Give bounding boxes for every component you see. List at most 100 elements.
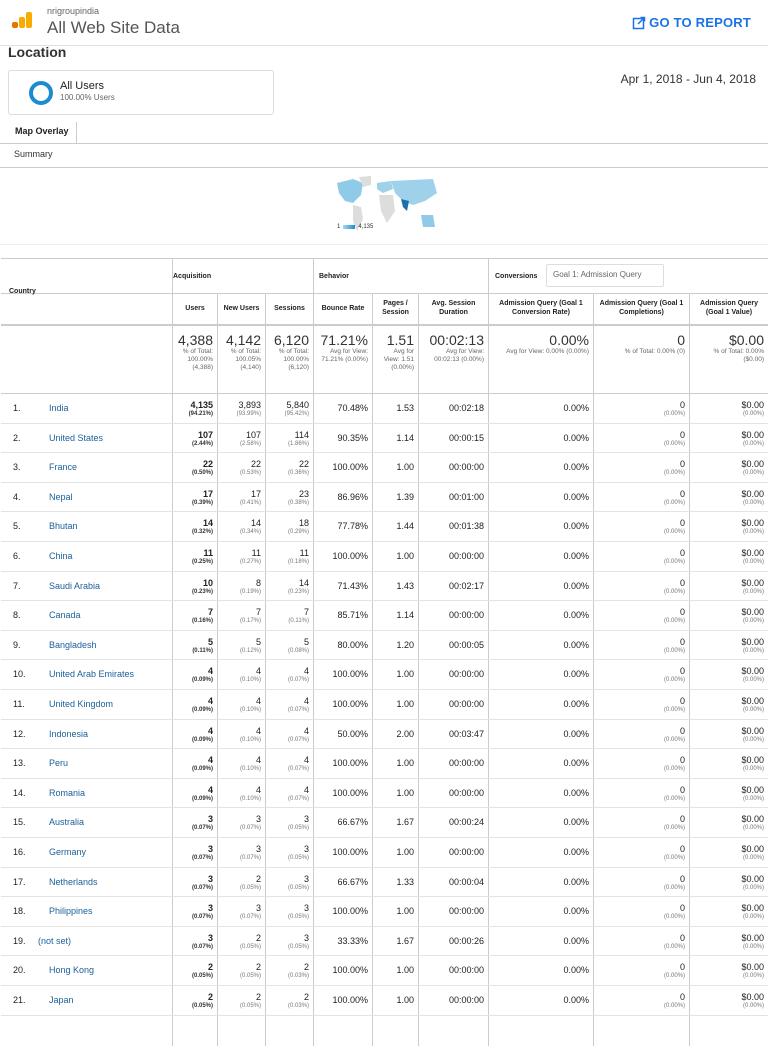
table-row: 1. India 4,135 (94.21%) 3,893 (93.99%) 5,840 (9… <box>1 394 768 424</box>
table-row: 17. Netherlands 3 (0.07%) 2 (0.05%) 3 (0.05%) 66… <box>1 867 768 898</box>
country-link[interactable]: Nepal <box>49 483 73 512</box>
date-range[interactable]: Apr 1, 2018 - Jun 4, 2018 <box>621 72 756 86</box>
cell-completions-pct: (0.00%) <box>663 618 685 625</box>
country-link[interactable]: Canada <box>49 601 81 630</box>
cell-completions: 0 <box>679 844 685 854</box>
cell-duration: 00:00:15 <box>418 423 488 453</box>
col-value[interactable]: Admission Query (Goal 1 Value) <box>689 294 768 324</box>
divider <box>0 244 768 245</box>
cell-new_users: 17 <box>250 488 261 499</box>
cell-new_users-pct: (0.17%) <box>239 618 261 625</box>
cell-bounce: 100.00% <box>313 986 372 1015</box>
cell-new_users: 5 <box>255 636 261 647</box>
segment-card[interactable]: All Users 100.00% Users <box>8 70 274 115</box>
cell-new_users-pct: (0.27%) <box>239 559 261 565</box>
summary-link[interactable]: Summary <box>14 149 53 159</box>
cell-completions: 0 <box>679 548 685 558</box>
cell-bounce: 100.00% <box>313 453 372 482</box>
col-pages[interactable]: Pages / Session <box>372 294 418 324</box>
total-duration: 00:02:13 <box>429 332 485 348</box>
cell-value-pct: (0.00%) <box>742 559 764 565</box>
cell-bounce: 80.00% <box>313 630 372 660</box>
country-link[interactable]: (not set) <box>38 927 71 956</box>
cell-new_users: 3,893 <box>238 400 261 410</box>
col-users[interactable]: Users <box>172 294 217 324</box>
cell-completions: 0 <box>679 429 685 440</box>
table-row: 3. France 22 (0.50%) 22 (0.53%) 22 (0.36%) 100.0… <box>1 453 768 483</box>
cell-value-pct: (0.00%) <box>742 943 764 950</box>
cell-bounce: 33.33% <box>313 926 372 956</box>
country-link[interactable]: United States <box>49 424 103 453</box>
col-conv-rate[interactable]: Admission Query (Goal 1 Conversion Rate) <box>488 294 593 324</box>
cell-value-pct: (0.00%) <box>742 529 764 536</box>
country-link[interactable]: United Kingdom <box>49 690 113 719</box>
cell-conv-rate: 0.00% <box>488 601 593 630</box>
country-link[interactable]: India <box>49 394 69 423</box>
country-link[interactable]: United Arab Emirates <box>49 660 134 689</box>
col-sessions[interactable]: Sessions <box>265 294 313 324</box>
cell-duration: 00:00:04 <box>418 867 488 897</box>
cell-users-pct: (0.09%) <box>191 677 213 684</box>
cell-new_users-pct: (0.12%) <box>239 647 261 654</box>
country-link[interactable]: Netherlands <box>49 868 98 897</box>
country-link[interactable]: Bhutan <box>49 512 78 541</box>
property-name[interactable]: All Web Site Data <box>47 18 180 38</box>
tab-map-overlay[interactable]: Map Overlay <box>8 122 77 144</box>
cell-sessions: 7 <box>303 607 309 618</box>
cell-pages: 1.14 <box>372 423 418 453</box>
country-link[interactable]: Philippines <box>49 897 93 926</box>
cell-users: 4 <box>207 666 213 677</box>
cell-new_users-pct: (93.99%) <box>236 411 261 417</box>
cell-users: 14 <box>202 518 213 529</box>
cell-new_users-pct: (0.53%) <box>239 470 261 477</box>
country-link[interactable]: Australia <box>49 808 84 837</box>
col-new-users[interactable]: New Users <box>217 294 265 324</box>
cell-sessions-pct: (0.07%) <box>287 707 309 713</box>
row-rank: 18. <box>13 906 26 917</box>
row-rank: 21. <box>13 995 26 1005</box>
cell-conv-rate: 0.00% <box>488 453 593 482</box>
cell-sessions-pct: (0.05%) <box>287 855 309 861</box>
cell-conv-rate: 0.00% <box>488 571 593 601</box>
row-rank: 5. <box>13 521 21 532</box>
cell-sessions-pct: (0.23%) <box>287 588 309 595</box>
country-link[interactable]: Peru <box>49 749 68 778</box>
country-link[interactable]: Indonesia <box>49 720 88 749</box>
cell-new_users: 11 <box>251 548 261 558</box>
country-link[interactable]: Hong Kong <box>49 956 94 985</box>
country-link[interactable]: Germany <box>49 838 86 867</box>
country-link[interactable]: Romania <box>49 779 85 808</box>
cell-bounce: 100.00% <box>313 749 372 778</box>
cell-value-pct: (0.00%) <box>742 618 764 625</box>
col-completions[interactable]: Admission Query (Goal 1 Completions) <box>593 294 689 324</box>
cell-value: $0.00 <box>741 666 764 677</box>
cell-new_users: 14 <box>250 518 261 529</box>
tab-bar: Map Overlay <box>0 122 768 144</box>
country-link[interactable]: China <box>49 542 73 571</box>
cell-sessions: 22 <box>298 459 309 470</box>
cell-bounce: 66.67% <box>313 808 372 837</box>
cell-completions: 0 <box>679 992 685 1002</box>
cell-conv-rate: 0.00% <box>488 867 593 897</box>
country-link[interactable]: Saudi Arabia <box>49 572 100 601</box>
cell-duration: 00:00:00 <box>418 690 488 719</box>
cell-completions-pct: (0.00%) <box>663 470 685 477</box>
goal-select[interactable]: Goal 1: Admission Query <box>546 264 664 287</box>
country-link[interactable]: Japan <box>49 986 74 1015</box>
col-duration[interactable]: Avg. Session Duration <box>418 294 488 324</box>
cell-new_users: 3 <box>255 844 261 854</box>
table-row-partial <box>1 1015 768 1046</box>
cell-bounce: 71.43% <box>313 571 372 601</box>
cell-sessions-pct: (0.03%) <box>287 973 309 980</box>
cell-value-pct: (0.00%) <box>742 884 764 891</box>
cell-new_users-pct: (0.41%) <box>239 499 261 506</box>
country-link[interactable]: Bangladesh <box>49 631 97 660</box>
country-link[interactable]: France <box>49 453 77 482</box>
cell-users: 4,135 <box>190 400 213 410</box>
cell-duration: 00:00:24 <box>418 808 488 837</box>
go-to-report-button[interactable]: GO TO REPORT <box>632 15 751 30</box>
cell-value-pct: (0.00%) <box>742 855 764 861</box>
cell-sessions-pct: (0.03%) <box>287 1003 309 1009</box>
cell-users: 4 <box>207 755 213 766</box>
col-bounce[interactable]: Bounce Rate <box>313 294 372 324</box>
